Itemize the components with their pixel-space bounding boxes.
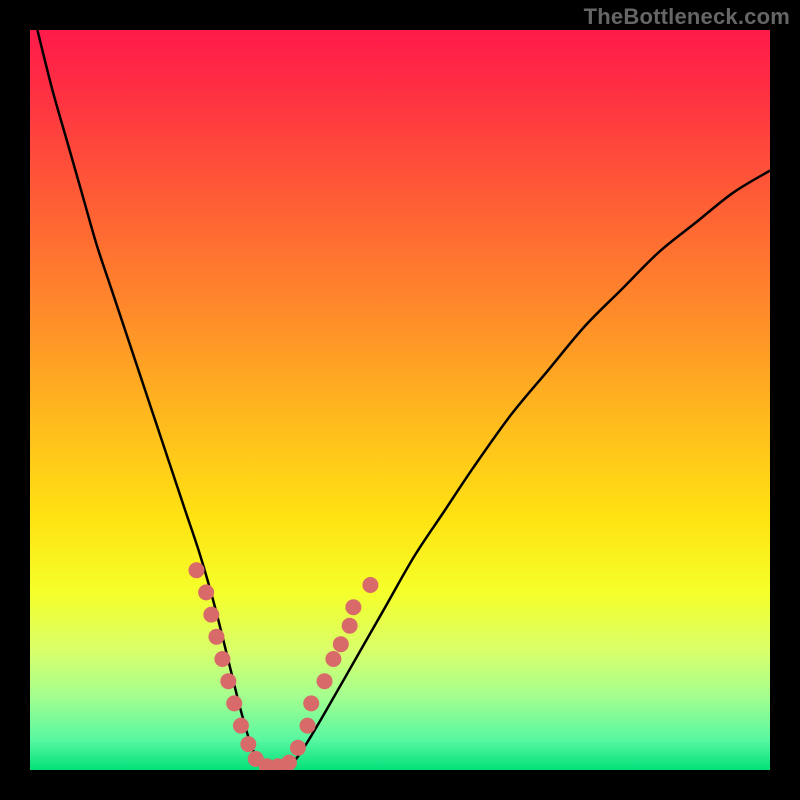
plot-area — [30, 30, 770, 770]
curve-marker — [226, 695, 242, 711]
curve-marker — [203, 607, 219, 623]
curve-markers — [189, 562, 379, 770]
curve-marker — [362, 577, 378, 593]
curve-marker — [303, 695, 319, 711]
curve-marker — [342, 618, 358, 634]
curve-marker — [189, 562, 205, 578]
curve-marker — [208, 629, 224, 645]
curve-marker — [333, 636, 349, 652]
curve-marker — [198, 584, 214, 600]
chart-container: TheBottleneck.com — [0, 0, 800, 800]
watermark-text: TheBottleneck.com — [584, 4, 790, 30]
curve-marker — [220, 673, 236, 689]
curve-marker — [233, 718, 249, 734]
curve-marker — [300, 718, 316, 734]
curve-marker — [240, 736, 256, 752]
curve-marker — [345, 599, 361, 615]
curve-marker — [281, 755, 297, 770]
curve-marker — [214, 651, 230, 667]
curve-marker — [317, 673, 333, 689]
bottleneck-curve — [37, 30, 770, 770]
curve-marker — [325, 651, 341, 667]
curve-marker — [290, 740, 306, 756]
chart-svg — [30, 30, 770, 770]
